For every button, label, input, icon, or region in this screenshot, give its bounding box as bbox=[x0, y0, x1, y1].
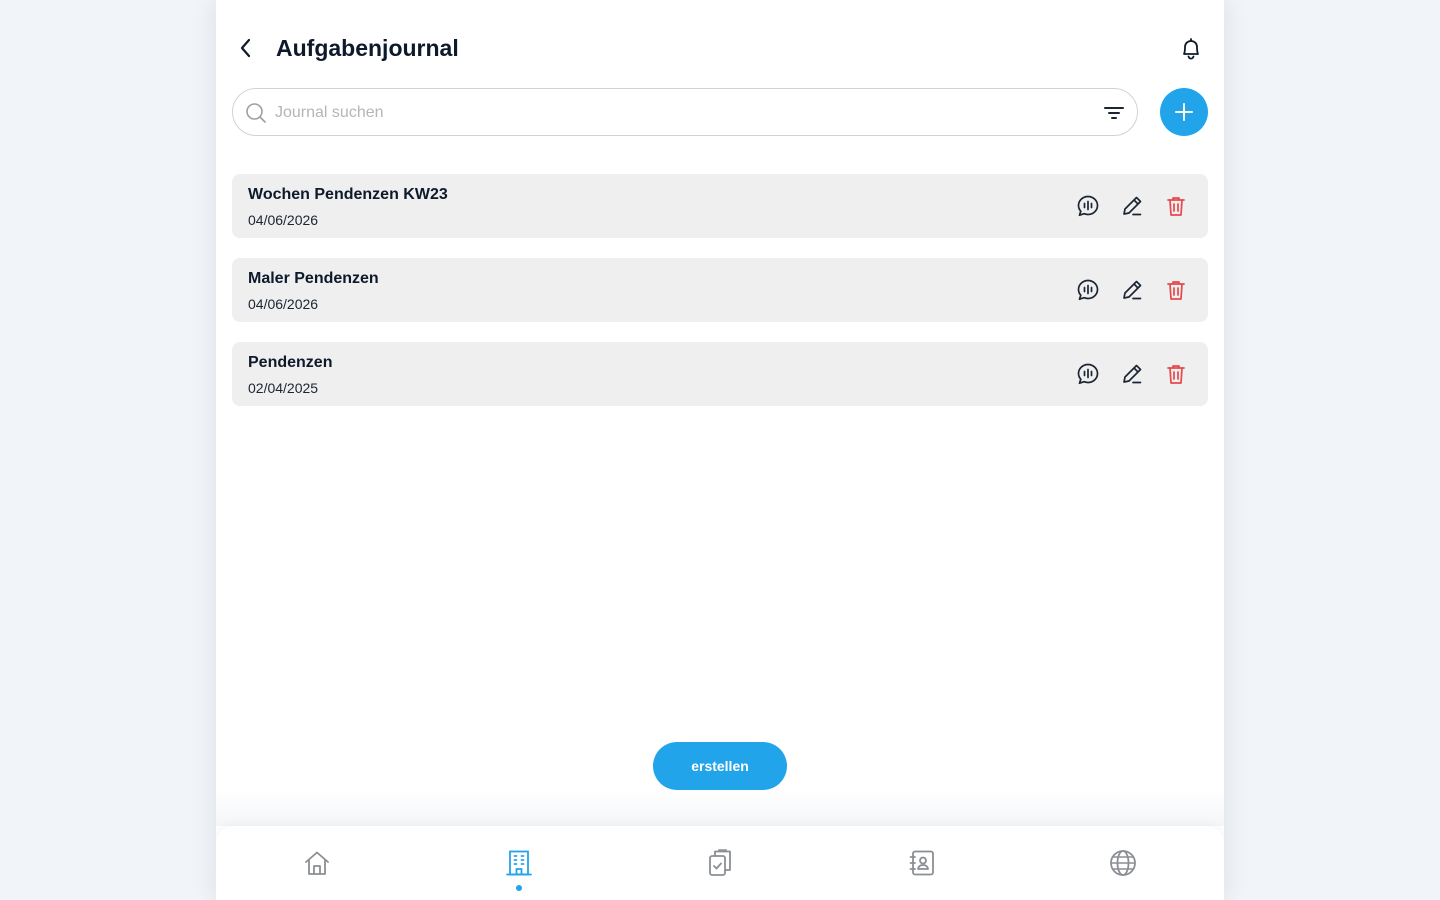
page-title: Aufgabenjournal bbox=[276, 35, 459, 61]
home-icon bbox=[305, 851, 329, 875]
notifications-button[interactable] bbox=[1178, 36, 1204, 62]
pencil-icon bbox=[1123, 364, 1142, 384]
pencil-icon bbox=[1123, 196, 1142, 216]
journal-title: Pendenzen bbox=[248, 354, 333, 371]
journal-date: 02/04/2025 bbox=[248, 380, 319, 396]
journal-date: 04/06/2026 bbox=[248, 296, 319, 312]
trash-icon bbox=[1167, 197, 1185, 216]
delete-button[interactable] bbox=[1164, 362, 1188, 386]
nav-item-buildings[interactable] bbox=[502, 846, 536, 880]
journal-title: Maler Pendenzen bbox=[248, 270, 379, 287]
list-item[interactable]: Wochen Pendenzen KW23 04/06/2026 bbox=[232, 174, 1208, 238]
filter-icon[interactable] bbox=[1103, 103, 1125, 123]
nav-item-web[interactable] bbox=[1106, 846, 1140, 880]
nav-item-contacts[interactable] bbox=[905, 846, 939, 880]
journal-list: Wochen Pendenzen KW23 04/06/2026 Maler P… bbox=[232, 174, 1208, 426]
journal-date: 04/06/2026 bbox=[248, 212, 319, 228]
edit-button[interactable] bbox=[1120, 278, 1144, 302]
search-icon bbox=[246, 103, 266, 123]
app-window: Aufgabenjournal Wochen Pendenzen KW23 bbox=[216, 0, 1224, 900]
plus-icon bbox=[1175, 103, 1193, 121]
trash-icon bbox=[1167, 281, 1185, 300]
header: Aufgabenjournal bbox=[216, 0, 1224, 96]
nav-item-tasks[interactable] bbox=[703, 846, 737, 880]
back-button[interactable] bbox=[232, 34, 260, 62]
bottom-fade bbox=[216, 790, 1224, 826]
edit-button[interactable] bbox=[1120, 362, 1144, 386]
create-button[interactable]: erstellen bbox=[653, 742, 787, 790]
journal-title: Wochen Pendenzen KW23 bbox=[248, 186, 448, 203]
list-item[interactable]: Maler Pendenzen 04/06/2026 bbox=[232, 258, 1208, 322]
voice-message-icon bbox=[1077, 195, 1099, 217]
bottom-nav bbox=[216, 826, 1224, 900]
voice-note-button[interactable] bbox=[1076, 278, 1100, 302]
search-input[interactable] bbox=[273, 97, 1097, 129]
item-actions bbox=[1076, 194, 1188, 218]
add-journal-button[interactable] bbox=[1160, 88, 1208, 136]
clipboard-check-icon bbox=[709, 849, 731, 876]
delete-button[interactable] bbox=[1164, 194, 1188, 218]
trash-icon bbox=[1167, 365, 1185, 384]
voice-note-button[interactable] bbox=[1076, 362, 1100, 386]
edit-button[interactable] bbox=[1120, 194, 1144, 218]
delete-button[interactable] bbox=[1164, 278, 1188, 302]
nav-item-home[interactable] bbox=[300, 846, 334, 880]
building-icon bbox=[506, 850, 532, 876]
contact-book-icon bbox=[909, 850, 934, 876]
search-bar bbox=[232, 88, 1138, 136]
item-actions bbox=[1076, 362, 1188, 386]
voice-message-icon bbox=[1077, 279, 1099, 301]
voice-message-icon bbox=[1077, 363, 1099, 385]
bell-icon bbox=[1183, 38, 1199, 60]
list-item[interactable]: Pendenzen 02/04/2025 bbox=[232, 342, 1208, 406]
chevron-left-icon bbox=[240, 38, 251, 58]
globe-icon bbox=[1110, 850, 1136, 876]
voice-note-button[interactable] bbox=[1076, 194, 1100, 218]
pencil-icon bbox=[1123, 280, 1142, 300]
item-actions bbox=[1076, 278, 1188, 302]
active-indicator bbox=[516, 885, 522, 891]
